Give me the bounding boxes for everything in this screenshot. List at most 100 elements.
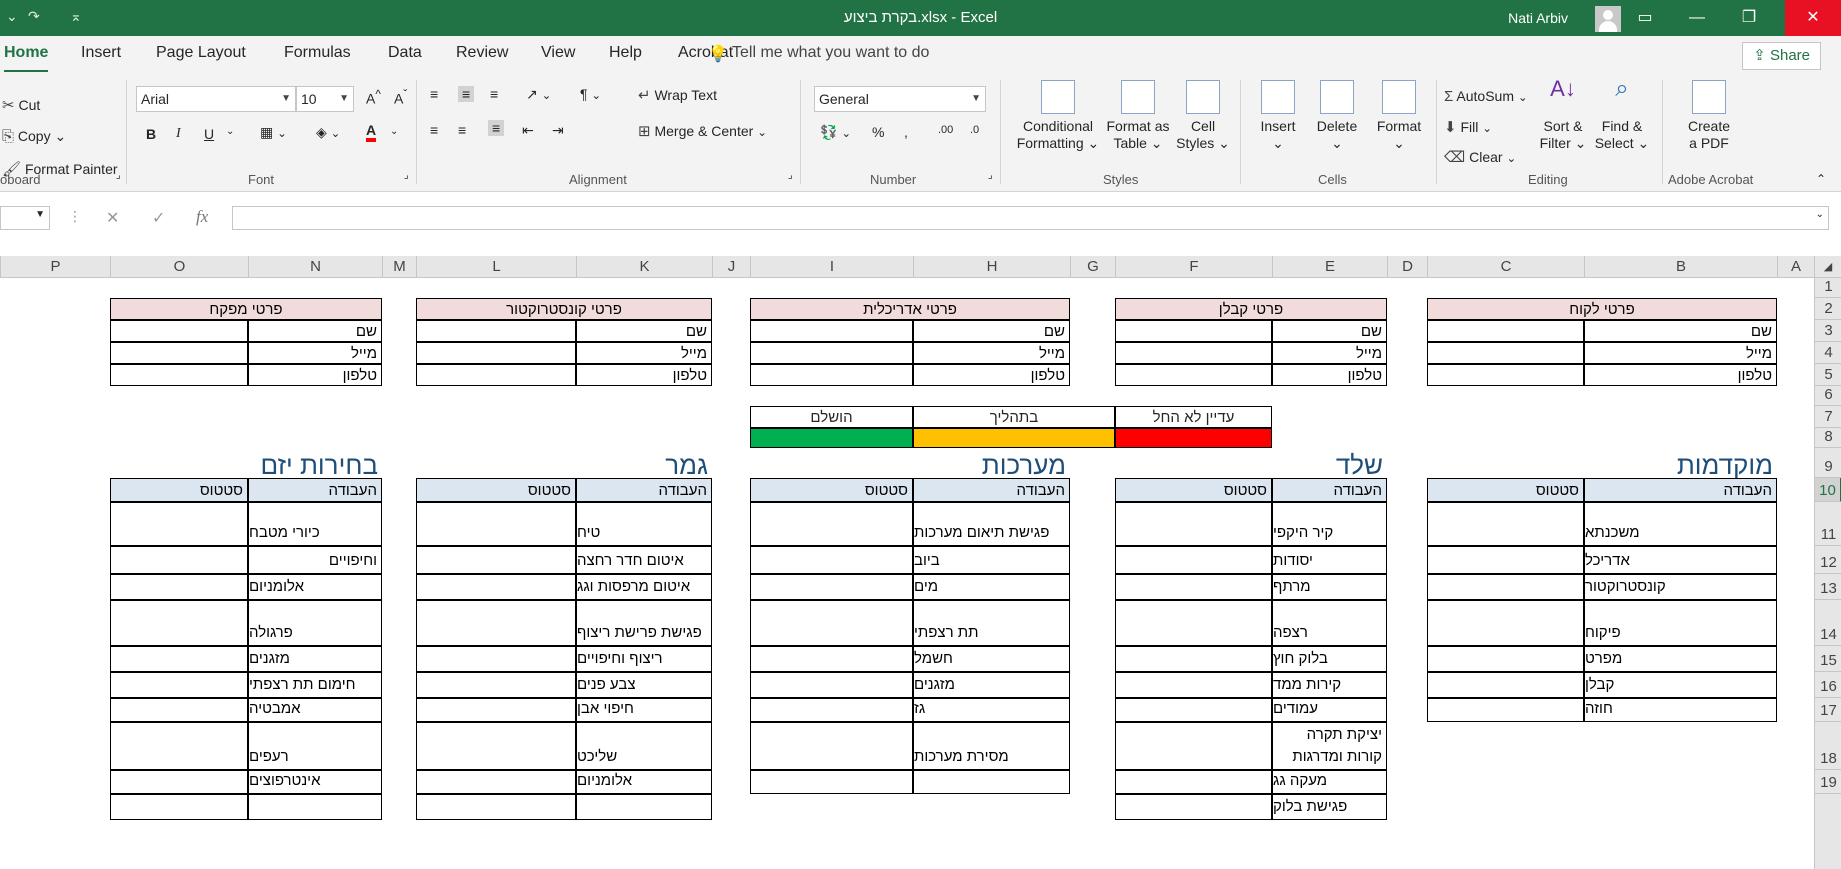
task-cell[interactable]: חשמל [913, 646, 1070, 672]
task-cell[interactable]: מסירת מערכות [913, 722, 1070, 770]
status-cell[interactable] [750, 672, 913, 698]
cell-styles-button[interactable]: Cell Styles ⌄ [1170, 80, 1236, 152]
status-cell[interactable] [110, 672, 248, 698]
info-value-cell[interactable] [416, 364, 576, 386]
name-box[interactable]: ▼ [0, 206, 50, 230]
cut-button[interactable]: ✂ Cut [2, 96, 40, 114]
insert-function-icon[interactable]: fx [196, 207, 208, 227]
info-value-cell[interactable] [416, 342, 576, 364]
row-header[interactable]: 13 [1815, 574, 1841, 600]
share-button[interactable]: ⇪ Share [1742, 42, 1821, 70]
status-cell[interactable] [416, 794, 576, 820]
task-cell[interactable]: חימום תת רצפתי [248, 672, 382, 698]
status-cell[interactable] [1427, 672, 1584, 698]
align-bottom-icon[interactable]: ≡ [490, 86, 498, 102]
tab-data[interactable]: Data [388, 44, 422, 62]
increase-font-icon[interactable]: A^ [366, 88, 381, 107]
task-cell[interactable]: מזגנים [248, 646, 382, 672]
status-cell[interactable] [110, 574, 248, 600]
row-header[interactable]: 18 [1815, 722, 1841, 770]
tab-view[interactable]: View [541, 44, 575, 62]
column-header[interactable]: I [750, 256, 913, 278]
font-size-select[interactable]: 10 ▼ [296, 86, 354, 112]
task-cell[interactable]: טיח [576, 502, 712, 546]
status-cell[interactable] [416, 646, 576, 672]
column-header[interactable]: H [913, 256, 1070, 278]
status-cell[interactable] [416, 600, 576, 646]
column-header[interactable]: P [0, 256, 110, 278]
status-cell[interactable] [416, 722, 576, 770]
task-cell[interactable]: גז [913, 698, 1070, 722]
tab-help[interactable]: Help [609, 44, 642, 62]
status-cell[interactable] [1115, 794, 1272, 820]
status-cell[interactable] [1427, 574, 1584, 600]
task-cell[interactable]: פגישת פרישת ריצוף [576, 600, 712, 646]
column-header[interactable]: O [110, 256, 248, 278]
task-cell[interactable]: אדריכל [1584, 546, 1777, 574]
info-value-cell[interactable] [1427, 364, 1584, 386]
row-header[interactable]: 12 [1815, 546, 1841, 574]
status-cell[interactable] [1115, 546, 1272, 574]
status-cell[interactable] [416, 770, 576, 794]
task-cell[interactable]: מעקה גג [1272, 770, 1387, 794]
borders-icon[interactable]: ▦ ⌄ [260, 124, 287, 141]
increase-indent-icon[interactable]: ⇥ [552, 122, 564, 139]
underline-dropdown-icon[interactable]: ⌄ [226, 126, 234, 137]
row-header[interactable]: 5 [1815, 364, 1841, 386]
status-cell[interactable] [1115, 646, 1272, 672]
status-cell[interactable] [1427, 502, 1584, 546]
status-cell[interactable] [1115, 672, 1272, 698]
column-header[interactable]: J [712, 256, 750, 278]
task-cell[interactable]: איטום מרפסות וגג [576, 574, 712, 600]
status-cell[interactable] [750, 722, 913, 770]
task-cell[interactable]: מים [913, 574, 1070, 600]
task-cell[interactable]: קונסטרוקטור [1584, 574, 1777, 600]
status-cell[interactable] [110, 770, 248, 794]
tab-page-layout[interactable]: Page Layout [156, 44, 246, 62]
task-cell[interactable]: קבלן [1584, 672, 1777, 698]
align-left-icon[interactable]: ≡ [430, 122, 438, 138]
column-header[interactable]: G [1070, 256, 1115, 278]
orientation-icon[interactable]: ↗ ⌄ [526, 86, 551, 103]
task-cell[interactable]: אמבטיה [248, 698, 382, 722]
row-header[interactable]: 15 [1815, 646, 1841, 672]
row-header[interactable]: 9 [1815, 448, 1841, 478]
task-cell[interactable]: חוזה [1584, 698, 1777, 722]
info-value-cell[interactable] [1427, 342, 1584, 364]
status-cell[interactable] [110, 722, 248, 770]
format-cells-button[interactable]: Format ⌄ [1366, 80, 1432, 152]
insert-cells-button[interactable]: Insert ⌄ [1248, 80, 1308, 152]
column-header[interactable]: A [1777, 256, 1814, 278]
status-cell[interactable] [1427, 698, 1584, 722]
row-header[interactable]: 1 [1815, 278, 1841, 298]
task-cell[interactable] [576, 794, 712, 820]
status-cell[interactable] [750, 600, 913, 646]
task-cell[interactable]: אינטרפוצים [248, 770, 382, 794]
row-header[interactable]: 4 [1815, 342, 1841, 364]
row-header[interactable]: 10 [1815, 478, 1841, 502]
task-cell[interactable]: פגישת בלוק [1272, 794, 1387, 820]
format-as-table-button[interactable]: Format as Table ⌄ [1100, 80, 1176, 152]
close-icon[interactable]: ✕ [1785, 0, 1841, 36]
row-header[interactable]: 6 [1815, 386, 1841, 406]
status-cell[interactable] [110, 698, 248, 722]
user-name[interactable]: Nati Arbiv [1508, 10, 1568, 26]
text-direction-icon[interactable]: ¶ ⌄ [580, 86, 601, 102]
status-cell[interactable] [110, 502, 248, 546]
tab-home[interactable]: Home [4, 44, 49, 73]
align-center-icon[interactable]: ≡ [458, 122, 466, 138]
number-launcher-icon[interactable]: ⌟ [988, 170, 993, 181]
task-cell[interactable]: עמודים [1272, 698, 1387, 722]
status-cell[interactable] [110, 646, 248, 672]
row-header[interactable]: 11 [1815, 502, 1841, 546]
task-cell[interactable] [913, 770, 1070, 794]
enter-icon[interactable]: ✓ [152, 208, 165, 228]
status-cell[interactable] [1115, 574, 1272, 600]
info-value-cell[interactable] [1427, 320, 1584, 342]
select-all-icon[interactable]: ◢ [1814, 256, 1841, 278]
bold-icon[interactable]: B [146, 126, 156, 142]
row-header[interactable]: 8 [1815, 428, 1841, 448]
tell-me-search[interactable]: Tell me what you want to do [732, 44, 929, 62]
conditional-formatting-button[interactable]: Conditional Formatting ⌄ [1010, 80, 1106, 152]
status-cell[interactable] [1427, 600, 1584, 646]
